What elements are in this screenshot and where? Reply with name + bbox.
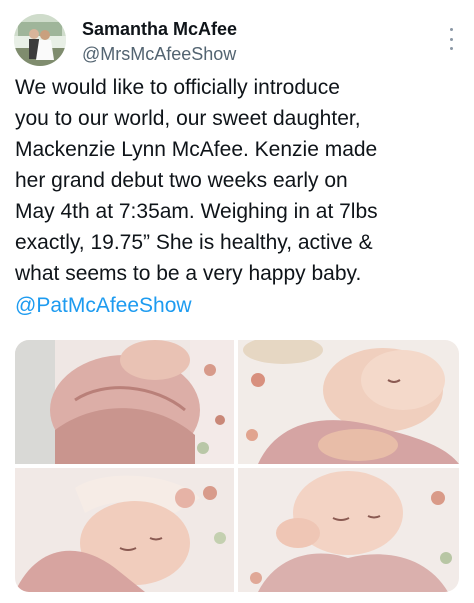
avatar[interactable]: [14, 14, 66, 66]
more-options-icon[interactable]: [446, 28, 456, 50]
author-handle[interactable]: @MrsMcAfeeShow: [82, 44, 236, 65]
tweet-text: We would like to officially introduce yo…: [15, 76, 378, 285]
photo-grid: [15, 340, 459, 592]
photo-2[interactable]: [238, 340, 459, 464]
photo-4[interactable]: [238, 468, 459, 592]
photo-3[interactable]: [15, 468, 234, 592]
author-display-name[interactable]: Samantha McAfee: [82, 19, 237, 40]
tweet-header: Samantha McAfee @MrsMcAfeeShow: [14, 14, 460, 70]
photo-1[interactable]: [15, 340, 234, 464]
mention-link[interactable]: @PatMcAfeeShow: [15, 290, 192, 321]
